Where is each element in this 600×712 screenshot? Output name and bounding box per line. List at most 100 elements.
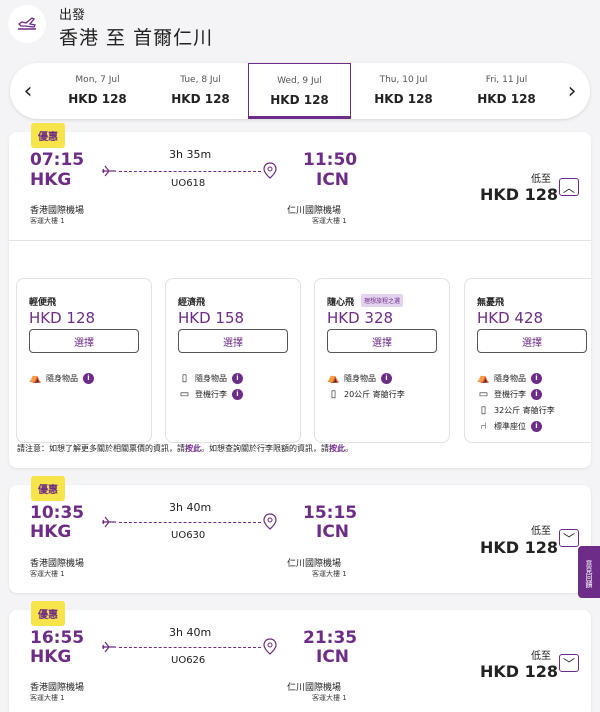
- bag-icon: ▯: [181, 372, 188, 384]
- from-label: 低至: [531, 174, 551, 185]
- expand-toggle[interactable]: ﹀: [559, 654, 579, 672]
- arrival-terminal: 客運大樓 1: [312, 570, 347, 578]
- select-fare-button[interactable]: 選擇: [178, 329, 288, 353]
- arrival-time: 11:50: [303, 150, 358, 170]
- feedback-label: 意見回饋: [585, 560, 593, 588]
- pin-icon: [263, 513, 277, 530]
- date-option[interactable]: Fri, 11 Jul HKD 128: [455, 63, 558, 119]
- fare-price: HKD 428: [477, 309, 544, 327]
- page-title: 香港 至 首爾仁川: [59, 27, 214, 49]
- recommended-tag: 理想旅程之選: [361, 294, 404, 307]
- date-option[interactable]: Thu, 10 Jul HKD 128: [352, 63, 455, 119]
- fare-option: 經濟飛 HKD 158 選擇 ▯ 隨身物品 i ▭ 登機行李 i: [165, 278, 301, 443]
- feature-text: 隨身物品: [195, 373, 227, 383]
- flight-duration: 3h 35m: [169, 148, 212, 161]
- chevron-right-icon[interactable]: ›: [554, 63, 590, 119]
- divider: [9, 240, 591, 241]
- info-icon[interactable]: i: [381, 372, 392, 384]
- fare-info-link[interactable]: 按此: [185, 444, 201, 453]
- flight-number: UO626: [171, 655, 206, 666]
- collapse-toggle[interactable]: ︿: [559, 178, 579, 196]
- arrival-terminal: 客運大樓 1: [312, 217, 347, 225]
- fare-name: 無憂飛: [477, 298, 505, 308]
- info-icon[interactable]: i: [531, 420, 542, 432]
- date-selector: ‹ Mon, 7 Jul HKD 128 Tue, 8 Jul HKD 128 …: [10, 63, 590, 119]
- arrival-time: 15:15: [303, 503, 358, 523]
- arrival-airport: 仁川國際機場: [287, 683, 342, 693]
- chevron-left-icon[interactable]: ‹: [10, 63, 46, 119]
- flight-card[interactable]: 優惠 10:35 HKG 3h 40m UO630 15:15 ICN 香港國際…: [9, 476, 591, 593]
- from-label: 低至: [531, 651, 551, 662]
- fare-note: 請注意：如想了解更多關於相關票價的資訊，請按此。如想查詢關於行李限額的資訊，請按…: [17, 443, 353, 454]
- pin-icon: [263, 638, 277, 655]
- info-icon[interactable]: i: [232, 388, 243, 400]
- select-fare-button[interactable]: 選擇: [29, 329, 139, 353]
- baggage-info-link[interactable]: 按此: [329, 444, 345, 453]
- fare-feature: ⛺ 隨身物品 i: [477, 371, 542, 385]
- feature-text: 隨身物品: [46, 373, 78, 383]
- departure-time: 16:55: [30, 628, 85, 648]
- from-label: 低至: [531, 526, 551, 537]
- info-icon[interactable]: i: [232, 372, 243, 384]
- departure-code: HKG: [30, 522, 72, 542]
- info-icon[interactable]: i: [531, 388, 542, 400]
- departure-terminal: 客運大樓 1: [30, 570, 65, 578]
- date-label: Thu, 10 Jul: [379, 75, 428, 85]
- note-text: 。: [345, 444, 353, 453]
- fare-feature: ▭ 登機行李 i: [477, 387, 542, 401]
- departure-terminal: 客運大樓 1: [30, 217, 65, 225]
- fare-price: HKD 158: [178, 309, 245, 327]
- date-price: HKD 128: [477, 92, 536, 106]
- feature-text: 20公斤 寄艙行李: [344, 389, 405, 399]
- cabin-bag-icon: ▭: [478, 388, 489, 400]
- luggage-icon: ▯: [480, 404, 487, 416]
- fare-feature: ▭ 登機行李 i: [178, 387, 243, 401]
- arrival-terminal: 客運大樓 1: [312, 694, 347, 702]
- fare-feature: ⑁ 標準座位 i: [477, 419, 542, 433]
- fare-feature: ⛺ 隨身物品 i: [29, 371, 94, 385]
- date-option[interactable]: Mon, 7 Jul HKD 128: [46, 63, 149, 119]
- feature-text: 隨身物品: [344, 373, 376, 383]
- fare-feature: ⛺ 隨身物品 i: [327, 371, 392, 385]
- date-option-selected[interactable]: Wed, 9 Jul HKD 128: [248, 63, 351, 119]
- departure-plane-icon: [8, 5, 46, 43]
- header-subtitle: 出發: [59, 8, 86, 23]
- date-label: Tue, 8 Jul: [180, 75, 221, 85]
- fare-option: 無憂飛 HKD 428 選擇 ⛺ 隨身物品 i ▭ 登機行李 i ▯ 32公斤 寄艙行李 …: [464, 278, 591, 443]
- departure-time: 07:15: [30, 150, 85, 170]
- flight-card[interactable]: 優惠 16:55 HKG 3h 40m UO626 21:35 ICN 香港國際…: [9, 601, 591, 712]
- select-fare-button[interactable]: 選擇: [327, 329, 437, 353]
- arrival-code: ICN: [316, 522, 350, 542]
- feature-text: 隨身物品: [494, 373, 526, 383]
- departure-code: HKG: [30, 647, 72, 667]
- note-text: 請注意：如想了解更多關於相關票價的資訊，請: [17, 444, 185, 453]
- date-price: HKD 128: [171, 92, 230, 106]
- expand-toggle[interactable]: ﹀: [559, 529, 579, 547]
- date-option[interactable]: Tue, 8 Jul HKD 128: [149, 63, 252, 119]
- info-icon[interactable]: i: [83, 372, 94, 384]
- fare-name: 經濟飛: [178, 298, 206, 308]
- page-header: 出發 香港 至 首爾仁川: [0, 0, 600, 60]
- date-price: HKD 128: [68, 92, 127, 106]
- arrival-airport: 仁川國際機場: [287, 559, 342, 569]
- feedback-tab[interactable]: 意見回饋: [578, 546, 600, 598]
- plane-icon: [102, 641, 116, 653]
- feature-text: 32公斤 寄艙行李: [494, 405, 555, 415]
- fare-feature: ▯ 32公斤 寄艙行李: [477, 403, 555, 417]
- date-price: HKD 128: [270, 93, 329, 107]
- bag-icon: ⛺: [29, 372, 42, 384]
- feature-text: 標準座位: [494, 421, 526, 431]
- departure-airport: 香港國際機場: [30, 683, 85, 693]
- date-price: HKD 128: [374, 92, 433, 106]
- fare-price: HKD 128: [29, 309, 96, 327]
- lowest-price: HKD 128: [480, 538, 559, 557]
- fare-option: 輕便飛 HKD 128 選擇 ⛺ 隨身物品 i: [16, 278, 152, 443]
- feature-text: 登機行李: [195, 389, 227, 399]
- plane-icon: [102, 516, 116, 528]
- select-fare-button[interactable]: 選擇: [477, 329, 587, 353]
- bag-icon: ⛺: [477, 372, 490, 384]
- fare-option: 隨心飛 理想旅程之選 HKD 328 選擇 ⛺ 隨身物品 i ▯ 20公斤 寄艙行李: [314, 278, 450, 443]
- fare-name: 隨心飛: [327, 298, 355, 308]
- arrival-code: ICN: [316, 647, 350, 667]
- info-icon[interactable]: i: [531, 372, 542, 384]
